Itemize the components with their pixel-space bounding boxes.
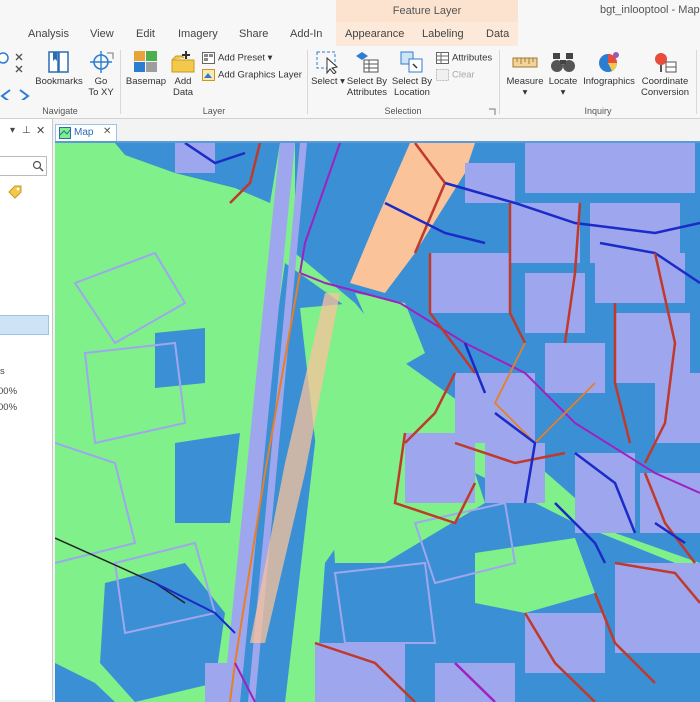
group-separator: [120, 50, 121, 114]
add-data-label-2: Data: [173, 87, 193, 98]
dialog-launcher-icon[interactable]: [106, 52, 114, 60]
go-to-xy-label-2: To XY: [88, 87, 113, 98]
go-to-xy-label-1: Go: [95, 76, 108, 87]
coordinate-conversion-label-1: Coordinate: [642, 76, 688, 87]
tab-map[interactable]: Map ✕: [55, 124, 117, 142]
panel-text-1: s: [0, 366, 5, 377]
navigate-group-label: Navigate: [0, 106, 120, 116]
explore-nav-icons[interactable]: [0, 50, 34, 100]
document-title: bgt_inlooptool - Map: [600, 4, 700, 16]
close-icon[interactable]: ✕: [36, 124, 45, 137]
tab-add-in[interactable]: Add-In: [290, 28, 322, 40]
tab-imagery[interactable]: Imagery: [178, 28, 218, 40]
coordinate-conversion-icon: [652, 50, 678, 74]
percent-label-1: 00%: [0, 386, 17, 397]
group-separator: [307, 50, 308, 114]
pane-options-icon[interactable]: ▾: [10, 125, 15, 136]
title-bar: Feature Layer bgt_inlooptool - Map: [0, 0, 700, 22]
add-data-icon: [170, 50, 196, 74]
coordinate-conversion-button[interactable]: Coordinate Conversion: [638, 50, 692, 98]
attributes-button[interactable]: Attributes: [436, 52, 492, 64]
select-by-location-label-1: Select By: [392, 76, 432, 87]
select-label: Select: [311, 76, 337, 87]
add-preset-button[interactable]: Add Preset ▾: [202, 52, 272, 64]
add-preset-icon: [202, 52, 215, 64]
tab-data[interactable]: Data: [486, 28, 509, 40]
measure-label: Measure: [507, 76, 544, 87]
add-graphics-layer-button[interactable]: Add Graphics Layer: [202, 69, 302, 81]
tab-labeling[interactable]: Labeling: [422, 28, 464, 40]
basemap-icon: [133, 50, 159, 74]
select-by-location-label-2: Location: [394, 87, 430, 98]
edit-tag-icon[interactable]: [6, 183, 24, 201]
list-item-selected[interactable]: [0, 315, 49, 335]
group-separator: [499, 50, 500, 114]
group-separator: [696, 50, 697, 114]
tab-edit[interactable]: Edit: [136, 28, 155, 40]
ribbon: Bookmarks Go To XY Navigate Basemap Add …: [0, 46, 700, 119]
bookmarks-icon: [46, 50, 72, 74]
contents-pane: ▾ ⊥ ✕ s 00% 00%: [0, 119, 53, 700]
clear-label: Clear: [452, 70, 475, 81]
map-canvas[interactable]: [55, 143, 700, 702]
attributes-label: Attributes: [452, 53, 492, 64]
infographics-button[interactable]: Infographics: [580, 50, 638, 87]
tab-analysis[interactable]: Analysis: [28, 28, 69, 40]
select-by-location-icon: [399, 50, 425, 74]
select-by-attributes-icon: [354, 50, 380, 74]
clear-selection-button[interactable]: Clear: [436, 69, 475, 81]
clear-selection-icon: [436, 69, 449, 81]
water-polygon: [175, 433, 240, 523]
graphics-layer-icon: [202, 69, 215, 81]
select-by-location-button[interactable]: Select By Location: [390, 50, 434, 98]
add-data-label-1: Add: [175, 76, 192, 87]
tab-appearance[interactable]: Appearance: [345, 28, 404, 40]
search-icon: [32, 160, 44, 172]
select-by-attributes-label-1: Select By: [347, 76, 387, 87]
inquiry-group-label: Inquiry: [500, 106, 696, 116]
map-view[interactable]: [55, 141, 700, 702]
basemap-label: Basemap: [126, 76, 166, 87]
add-graphics-layer-label: Add Graphics Layer: [218, 70, 302, 81]
search-input[interactable]: [0, 156, 47, 176]
measure-button[interactable]: Measure ▾: [504, 50, 546, 98]
map-icon: [59, 127, 71, 139]
tab-share[interactable]: Share: [239, 28, 268, 40]
selection-group-label: Selection: [308, 106, 498, 116]
binoculars-icon: [550, 50, 576, 74]
bookmarks-button[interactable]: Bookmarks: [34, 50, 84, 87]
locate-label: Locate: [549, 76, 578, 87]
tab-view[interactable]: View: [90, 28, 114, 40]
add-data-button[interactable]: Add Data: [168, 50, 198, 98]
percent-label-2: 00%: [0, 402, 17, 413]
infographics-label: Infographics: [583, 76, 635, 87]
select-by-attributes-label-2: Attributes: [347, 87, 387, 98]
locate-button[interactable]: Locate ▾: [546, 50, 580, 98]
bookmarks-label: Bookmarks: [35, 76, 83, 87]
close-icon[interactable]: ✕: [103, 126, 111, 137]
select-button[interactable]: Select ▾: [311, 50, 345, 87]
pane-header: ▾ ⊥ ✕: [0, 125, 52, 139]
map-tab-label: Map: [74, 127, 93, 138]
infographics-icon: [596, 50, 622, 74]
coordinate-conversion-label-2: Conversion: [641, 87, 689, 98]
layer-group-label: Layer: [122, 106, 306, 116]
basemap-button[interactable]: Basemap: [124, 50, 168, 87]
contextual-tab-header: Feature Layer: [336, 0, 518, 22]
ruler-icon: [512, 50, 538, 74]
pin-icon[interactable]: ⊥: [22, 125, 31, 136]
add-preset-label: Add Preset: [218, 53, 265, 64]
attributes-table-icon: [436, 52, 449, 64]
select-cursor-icon: [315, 50, 341, 74]
ribbon-tab-strip: t Analysis View Edit Imagery Share Add-I…: [0, 22, 700, 47]
select-by-attributes-button[interactable]: Select By Attributes: [345, 50, 389, 98]
